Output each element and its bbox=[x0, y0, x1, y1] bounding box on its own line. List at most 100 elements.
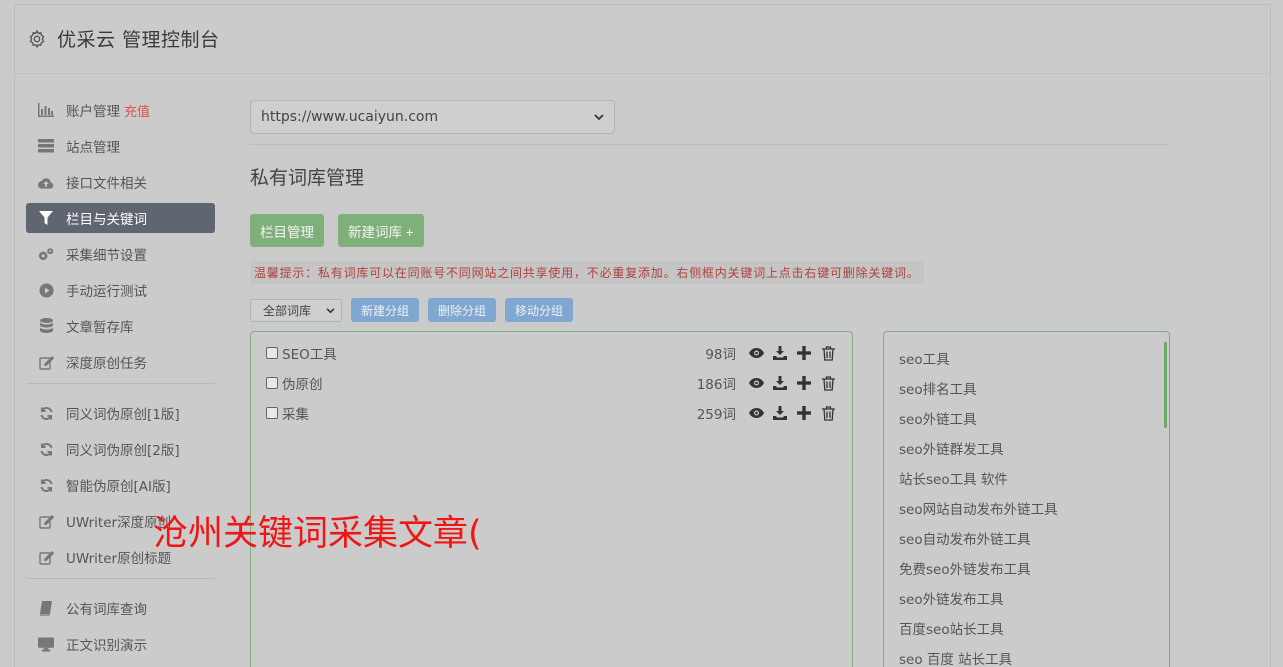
sidebar-item-label: 同义词伪原创[1版] bbox=[66, 407, 180, 423]
download-icon[interactable] bbox=[772, 375, 788, 391]
page-title: 私有词库管理 bbox=[250, 167, 365, 189]
keyword-item[interactable]: seo 百度 站长工具 bbox=[899, 648, 1012, 667]
gears-icon bbox=[38, 246, 54, 262]
library-checkbox[interactable] bbox=[266, 347, 278, 359]
sidebar-item-sites[interactable]: 站点管理 bbox=[26, 131, 215, 161]
move-group-button[interactable]: 移动分组 bbox=[505, 298, 574, 322]
bar-chart-icon bbox=[38, 102, 54, 118]
group-select-value: 全部词库 bbox=[263, 303, 312, 318]
library-checkbox[interactable] bbox=[266, 377, 278, 389]
refresh-icon bbox=[38, 477, 54, 493]
sidebar-item-article-store[interactable]: 文章暂存库 bbox=[26, 311, 215, 341]
edit-icon bbox=[38, 513, 54, 529]
scrollbar[interactable] bbox=[1164, 342, 1167, 428]
sidebar-item-public-lexicon[interactable]: 公有词库查询 bbox=[26, 593, 215, 623]
library-list-panel: SEO工具 98词 伪原创 186词 采集 259词 bbox=[250, 331, 853, 667]
list-item: 伪原创 186词 bbox=[266, 372, 836, 394]
trash-icon[interactable] bbox=[820, 345, 836, 361]
sidebar-item-api-files[interactable]: 接口文件相关 bbox=[26, 167, 215, 197]
sidebar-item-label: 同义词伪原创[2版] bbox=[66, 443, 180, 459]
plus-icon[interactable] bbox=[796, 345, 812, 361]
sidebar-item-synonym-v2[interactable]: 同义词伪原创[2版] bbox=[26, 434, 215, 464]
library-count: 186词 bbox=[696, 377, 736, 393]
sidebar-item-label: 正文识别演示 bbox=[66, 638, 147, 654]
library-actions bbox=[748, 405, 836, 421]
keyword-item[interactable]: seo排名工具 bbox=[899, 378, 977, 398]
keyword-item[interactable]: seo工具 bbox=[899, 348, 950, 368]
sidebar-divider bbox=[26, 383, 215, 384]
keyword-item[interactable]: seo自动发布外链工具 bbox=[899, 528, 1031, 548]
sidebar-item-content-recognition[interactable]: 正文识别演示 bbox=[26, 629, 215, 659]
sidebar-item-account[interactable]: 账户管理 充值 bbox=[26, 95, 215, 125]
list-item: SEO工具 98词 bbox=[266, 342, 836, 364]
trash-icon[interactable] bbox=[820, 375, 836, 391]
eye-icon[interactable] bbox=[748, 345, 764, 361]
filter-icon bbox=[38, 210, 54, 226]
database-icon bbox=[38, 318, 54, 334]
sidebar-item-label: 账户管理 bbox=[66, 104, 120, 120]
site-select[interactable]: https://www.ucaiyun.com bbox=[250, 100, 615, 134]
sidebar-item-label: 公有词库查询 bbox=[66, 602, 147, 618]
watermark-text: 沧州关键词采集文章( bbox=[153, 514, 482, 554]
delete-group-button[interactable]: 删除分组 bbox=[428, 298, 497, 322]
chevron-down-icon bbox=[326, 303, 335, 317]
edit-icon bbox=[38, 549, 54, 565]
keyword-item[interactable]: 百度seo站长工具 bbox=[899, 618, 1004, 638]
group-toolbar: 全部词库 新建分组 删除分组 移动分组 bbox=[250, 298, 1170, 322]
download-icon[interactable] bbox=[772, 345, 788, 361]
library-count: 259词 bbox=[696, 407, 736, 423]
new-group-button[interactable]: 新建分组 bbox=[351, 298, 420, 322]
keyword-item[interactable]: 站长seo工具 软件 bbox=[899, 468, 1008, 488]
trash-icon[interactable] bbox=[820, 405, 836, 421]
keyword-item[interactable]: seo外链群发工具 bbox=[899, 438, 1004, 458]
library-name: SEO工具 bbox=[282, 347, 337, 363]
action-buttons: 栏目管理 新建词库 + bbox=[250, 214, 1170, 247]
plus-icon[interactable] bbox=[796, 375, 812, 391]
tip-text: 温馨提示：私有词库可以在同账号不同网站之间共享使用，不必重复添加。右侧框内关键词… bbox=[250, 261, 924, 284]
keyword-item[interactable]: seo外链工具 bbox=[899, 408, 977, 428]
app-title: 优采云 管理控制台 bbox=[57, 29, 220, 51]
eye-icon[interactable] bbox=[748, 375, 764, 391]
refresh-icon bbox=[38, 405, 54, 421]
plus-icon[interactable] bbox=[796, 405, 812, 421]
sidebar-item-collect-settings[interactable]: 采集细节设置 bbox=[26, 239, 215, 269]
sidebar-item-ai-rewrite[interactable]: 智能伪原创[AI版] bbox=[26, 470, 215, 500]
sidebar-item-columns-keywords[interactable]: 栏目与关键词 bbox=[26, 203, 215, 233]
sidebar: 账户管理 充值 站点管理 接口文件相关 栏目与关键词 采集细节设置 手动运行测试… bbox=[26, 95, 215, 665]
sidebar-item-deep-original[interactable]: 深度原创任务 bbox=[26, 347, 215, 377]
book-icon bbox=[38, 600, 54, 616]
sidebar-item-label: 栏目与关键词 bbox=[66, 212, 147, 228]
keyword-item[interactable]: seo网站自动发布外链工具 bbox=[899, 498, 1058, 518]
refresh-icon bbox=[38, 441, 54, 457]
sidebar-item-label: 智能伪原创[AI版] bbox=[66, 479, 171, 495]
library-actions bbox=[748, 375, 836, 391]
new-library-button[interactable]: 新建词库 + bbox=[338, 214, 424, 247]
keyword-item[interactable]: 免费seo外链发布工具 bbox=[899, 558, 1031, 578]
library-name: 伪原创 bbox=[282, 377, 323, 393]
page: 优采云 管理控制台 账户管理 充值 站点管理 接口文件相关 栏目与关键词 采集细… bbox=[0, 0, 1283, 667]
category-manage-button[interactable]: 栏目管理 bbox=[250, 214, 324, 247]
download-icon[interactable] bbox=[772, 405, 788, 421]
recharge-link[interactable]: 充值 bbox=[124, 101, 150, 120]
divider bbox=[250, 144, 1170, 145]
list-item: 采集 259词 bbox=[266, 402, 836, 424]
sidebar-item-manual-run[interactable]: 手动运行测试 bbox=[26, 275, 215, 305]
monitor-icon bbox=[38, 636, 54, 652]
sidebar-item-label: 站点管理 bbox=[66, 140, 120, 156]
sidebar-item-label: 手动运行测试 bbox=[66, 284, 147, 300]
keyword-list-panel: seo工具 seo排名工具 seo外链工具 seo外链群发工具 站长seo工具 … bbox=[883, 331, 1170, 667]
keyword-item[interactable]: seo外链发布工具 bbox=[899, 588, 1004, 608]
header: 优采云 管理控制台 bbox=[15, 4, 1270, 74]
chevron-down-icon bbox=[594, 109, 604, 125]
sidebar-item-label: 接口文件相关 bbox=[66, 176, 147, 192]
main-content: https://www.ucaiyun.com 私有词库管理 栏目管理 新建词库… bbox=[250, 100, 1170, 322]
edit-icon bbox=[38, 354, 54, 370]
sidebar-item-label: 文章暂存库 bbox=[66, 320, 134, 336]
library-group-select[interactable]: 全部词库 bbox=[250, 298, 342, 322]
library-count: 98词 bbox=[705, 347, 736, 363]
library-checkbox[interactable] bbox=[266, 407, 278, 419]
sidebar-item-synonym-v1[interactable]: 同义词伪原创[1版] bbox=[26, 398, 215, 428]
sidebar-item-label: 深度原创任务 bbox=[66, 356, 147, 372]
eye-icon[interactable] bbox=[748, 405, 764, 421]
library-name: 采集 bbox=[282, 407, 309, 423]
